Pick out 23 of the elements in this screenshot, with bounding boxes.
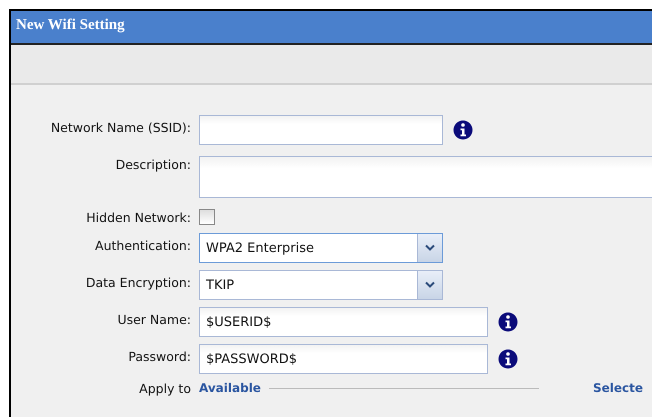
field-label: Network Name (SSID): [50, 119, 192, 136]
text-field[interactable] [199, 115, 443, 145]
info-icon[interactable] [453, 120, 473, 140]
text-field[interactable]: $USERID$ [199, 307, 488, 337]
chevron-down-icon [425, 281, 435, 289]
field-label: Data Encryption: [84, 274, 192, 291]
info-icon[interactable] [498, 349, 518, 369]
dropdown[interactable]: TKIP [199, 270, 443, 300]
chevron-down-icon [425, 244, 435, 252]
description-field[interactable] [199, 156, 652, 198]
field-label: Apply to [138, 381, 192, 397]
checkbox[interactable] [199, 209, 215, 225]
window-title: New Wifi Setting [11, 11, 652, 45]
field-label: Hidden Network: [85, 209, 192, 226]
list-heading: Available [199, 381, 261, 395]
text-field[interactable]: $PASSWORD$ [199, 344, 488, 374]
field-label: Password: [127, 348, 192, 365]
field-label: User Name: [116, 311, 192, 328]
info-icon[interactable] [498, 312, 518, 332]
field-label: Authentication: [94, 237, 192, 254]
list-heading: Selecte [592, 381, 643, 395]
dropdown[interactable]: WPA2 Enterprise [199, 233, 443, 263]
field-label: Description: [114, 156, 192, 173]
